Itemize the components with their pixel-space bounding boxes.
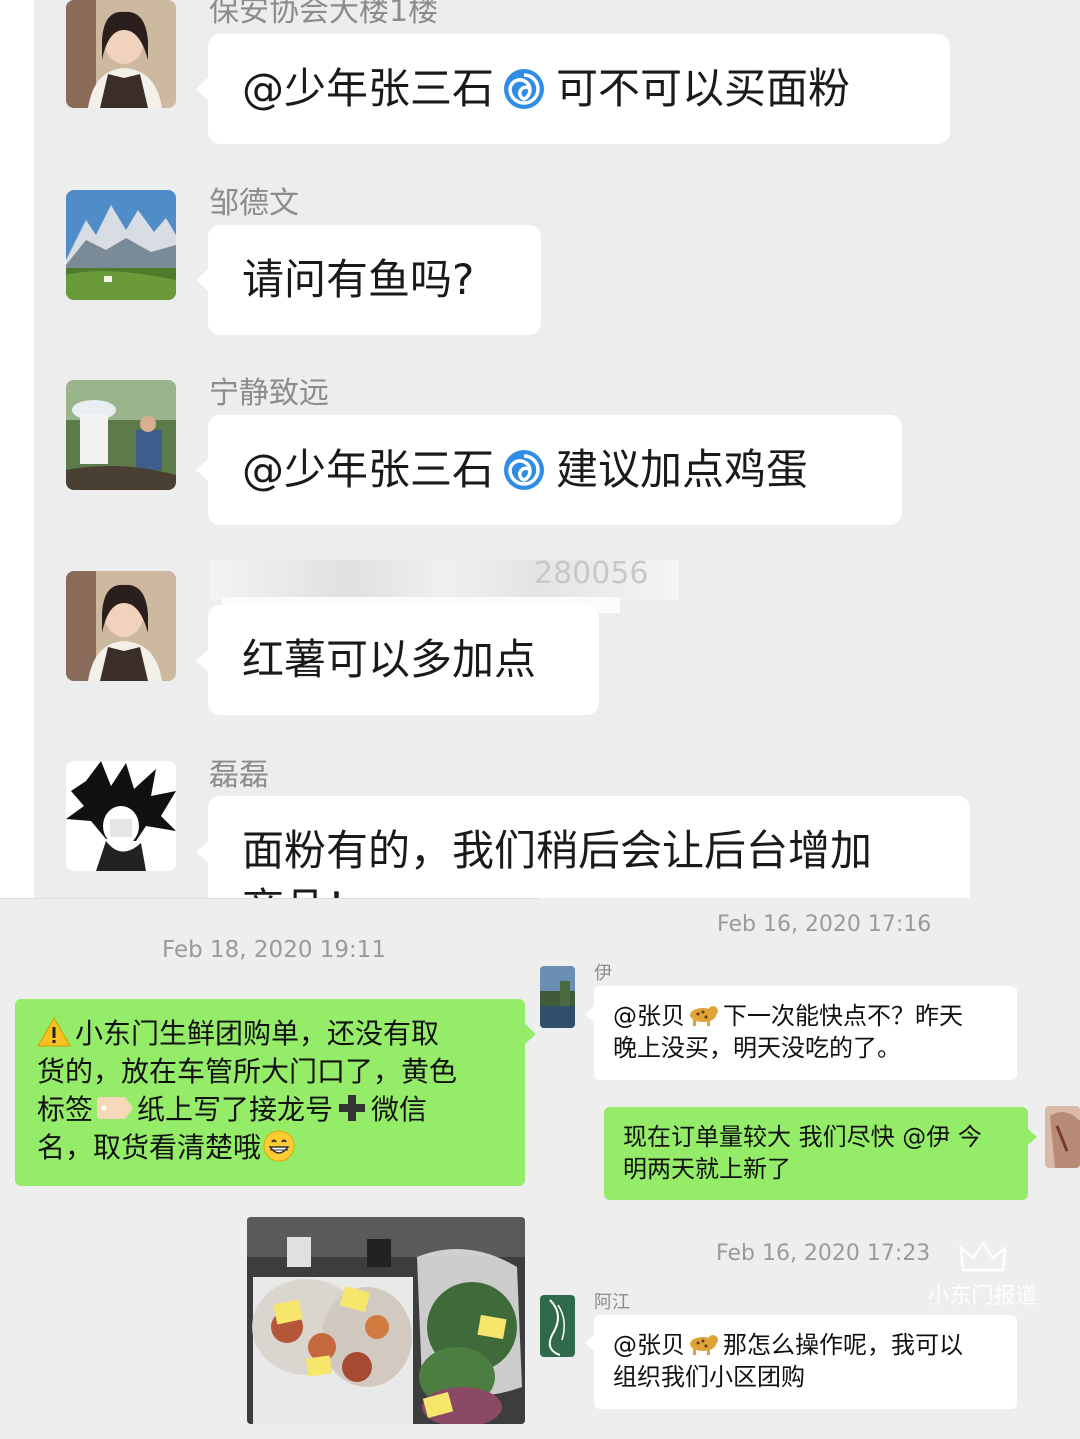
bubble-tail <box>585 1006 594 1022</box>
message-bubble[interactable]: 红薯可以多加点 <box>208 605 599 715</box>
avatar-woman[interactable] <box>66 571 176 681</box>
message-bubble[interactable]: 面粉有的，我们稍后会让后台增加 商品！ <box>208 796 970 898</box>
sender-name: 宁静致远 <box>209 376 329 411</box>
blurred-sender-name: 280056 <box>209 556 679 600</box>
avatar-lake[interactable] <box>540 966 575 1028</box>
message-line: @张贝 下一次能快点不？昨天 <box>613 1002 963 1030</box>
sender-name: 保安协会大楼1楼 <box>209 0 439 29</box>
bubble-tail <box>525 1024 536 1044</box>
sender-name: 磊磊 <box>209 758 269 793</box>
message-bubble[interactable]: @少年张三石 建议加点鸡蛋 <box>208 415 902 525</box>
bubble-tail <box>1028 1129 1037 1145</box>
message-line: 货的，放在车管所大门口了，黄色 <box>37 1055 458 1088</box>
avatar-sketch[interactable] <box>540 1295 575 1357</box>
message-bubble[interactable]: @少年张三石 可不可以买面粉 <box>208 34 950 144</box>
label-tag-icon <box>97 1097 134 1119</box>
cyclone-icon <box>504 68 545 109</box>
groceries-photo[interactable] <box>247 1217 525 1424</box>
leopard-icon <box>690 1006 718 1026</box>
watermark: 小东门报道 <box>920 1240 1045 1315</box>
avatar-field[interactable] <box>66 380 176 490</box>
watermark-text: 小东门报道 <box>927 1284 1038 1309</box>
sender-name: 邹德文 <box>209 186 299 221</box>
message-bubble[interactable]: 请问有鱼吗? <box>208 225 541 335</box>
outgoing-message-bubble[interactable]: 现在订单量较大 我们尽快 @伊 今 明两天就上新了 <box>604 1107 1028 1200</box>
plus-icon <box>339 1095 366 1121</box>
blur-overlay <box>440 0 620 28</box>
sender-name: 阿江 <box>594 1292 630 1313</box>
message-line: 名，取货看清楚哦 <box>37 1129 509 1168</box>
bubble-tail <box>585 1335 594 1351</box>
avatar-woman[interactable] <box>66 0 176 108</box>
leopard-icon <box>690 1335 718 1355</box>
message-text: 建议加点鸡蛋 <box>556 445 809 494</box>
timestamp: Feb 16, 2020 17:16 <box>717 912 932 937</box>
grinning-face-icon <box>263 1130 295 1162</box>
message-bubble[interactable]: @张贝 那怎么操作呢，我可以 组织我们小区团购 <box>594 1315 1017 1409</box>
message-line: 现在订单量较大 我们尽快 @伊 今 <box>623 1123 982 1151</box>
crown-icon <box>958 1240 1007 1272</box>
warning-icon <box>37 1017 71 1047</box>
outgoing-message-bubble[interactable]: 小东门生鲜团购单，还没有取 货的，放在车管所大门口了，黄色 标签 纸上写了接龙号微… <box>15 999 525 1186</box>
mention-text: @少年张三石 <box>242 64 495 113</box>
group-chat-panel: 保安协会大楼1楼 @少年张三石 可不可以买面粉 邹德文 请问有鱼吗? 宁静致远 … <box>0 0 1080 898</box>
blurred-digits: 280056 <box>534 556 649 591</box>
message-line: 晚上没买，明天没吃的了。 <box>613 1034 901 1062</box>
timestamp: Feb 16, 2020 17:23 <box>716 1241 931 1266</box>
avatar-manga[interactable] <box>66 761 176 871</box>
message-line: 明两天就上新了 <box>623 1155 791 1183</box>
message-text: 可不可以买面粉 <box>556 64 851 113</box>
avatar-self[interactable] <box>1045 1106 1080 1168</box>
sender-name: 伊 <box>594 963 612 984</box>
timestamp: Feb 18, 2020 19:11 <box>162 937 387 963</box>
mention-text: @少年张三石 <box>242 445 495 494</box>
message-text: 请问有鱼吗? <box>242 255 475 304</box>
cyclone-icon <box>504 449 545 490</box>
avatar-mountains[interactable] <box>66 190 176 300</box>
message-line: @张贝 那怎么操作呢，我可以 <box>613 1331 963 1359</box>
message-text: 红薯可以多加点 <box>242 635 537 684</box>
message-bubble[interactable]: @张贝 下一次能快点不？昨天 晚上没买，明天没吃的了。 <box>594 986 1017 1080</box>
message-line: 小东门生鲜团购单，还没有取 <box>37 1015 509 1053</box>
message-line: 标签 纸上写了接龙号 微信 <box>37 1093 428 1126</box>
message-line: 组织我们小区团购 <box>613 1363 805 1391</box>
divider <box>0 898 540 899</box>
